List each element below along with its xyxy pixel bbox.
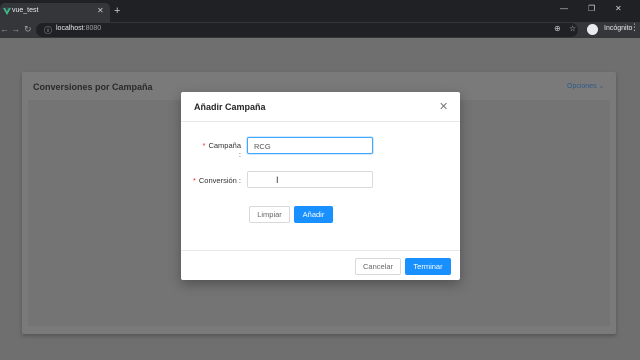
url-host: localhost [56, 25, 84, 32]
add-button[interactable]: Añadir [294, 206, 333, 223]
modal-close-icon[interactable]: ✕ [439, 100, 448, 113]
bookmark-star-icon[interactable]: ☆ [569, 24, 576, 33]
modal-footer: Cancelar Terminar [181, 250, 460, 280]
browser-tab-bar: vue_test ✕ + — ❐ ✕ [0, 0, 640, 22]
campaign-label-text: Campaña [208, 141, 241, 150]
required-marker: * [192, 176, 196, 185]
back-icon[interactable]: ← [0, 24, 9, 34]
zoom-icon[interactable]: ⊕ [554, 24, 561, 33]
browser-menu-icon[interactable]: ⋮ [630, 22, 639, 33]
restore-icon[interactable]: ❐ [588, 4, 595, 13]
required-marker: * [202, 141, 206, 150]
reload-icon[interactable]: ↻ [24, 24, 32, 35]
conversion-label-text: Conversión [198, 176, 237, 185]
url-text: localhost:8080 [56, 25, 101, 32]
campaign-label: * Campaña : [202, 141, 241, 159]
site-info-icon[interactable]: ⓘ [44, 25, 52, 36]
browser-toolbar: ← → ↻ ⓘ localhost:8080 ⊕ ☆ Incógnito ⋮ [0, 22, 640, 38]
modal-title: Añadir Campaña [194, 102, 266, 112]
text-cursor-icon: I [276, 175, 279, 185]
clear-button[interactable]: Limpiar [249, 206, 290, 223]
finish-button[interactable]: Terminar [405, 258, 451, 275]
cancel-button[interactable]: Cancelar [355, 258, 401, 275]
options-dropdown[interactable]: Opciones ⌄ [567, 82, 604, 90]
vue-logo-icon [3, 7, 11, 16]
conversion-label: * Conversión : [192, 176, 241, 185]
tab-title: vue_test [12, 7, 39, 14]
new-tab-button[interactable]: + [114, 4, 120, 18]
address-bar[interactable]: ⓘ localhost:8080 ⊕ ☆ [36, 23, 578, 37]
incognito-label: Incógnito [604, 25, 633, 32]
campaign-input[interactable]: RCG [247, 137, 373, 154]
conversion-input[interactable]: I [247, 171, 373, 188]
add-campaign-modal: Añadir Campaña ✕ * Campaña : RCG * Convers… [181, 92, 460, 280]
modal-header: Añadir Campaña ✕ [181, 92, 460, 122]
forward-icon[interactable]: → [11, 24, 20, 34]
url-port: :8080 [83, 25, 102, 32]
incognito-icon [587, 24, 598, 35]
card-title: Conversiones por Campaña [33, 82, 153, 92]
minimize-icon[interactable]: — [560, 4, 568, 13]
browser-tab[interactable]: vue_test ✕ [0, 3, 110, 22]
window-close-icon[interactable]: ✕ [615, 4, 622, 13]
tab-close-icon[interactable]: ✕ [97, 6, 104, 15]
